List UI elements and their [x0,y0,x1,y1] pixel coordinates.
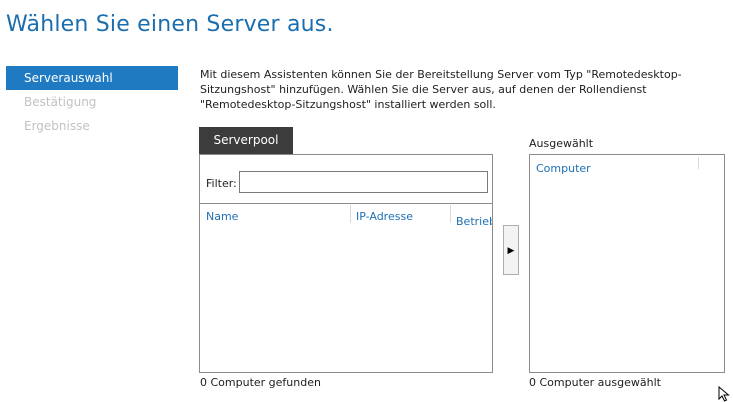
description-text: Mit diesem Assistenten können Sie der Be… [200,68,682,111]
column-header-computer[interactable]: Computer [536,162,591,175]
filter-label: Filter: [206,177,237,190]
column-divider[interactable] [350,205,351,223]
tab-serverpool[interactable]: Serverpool [199,127,293,154]
column-divider[interactable] [698,157,699,169]
add-server-button[interactable]: ▶ [503,225,519,275]
page-title: Wählen Sie einen Server aus. [6,12,334,37]
mouse-cursor-icon [718,386,730,402]
nav-item-ergebnisse: Ergebnisse [24,119,90,133]
selected-panel: Computer [529,154,725,373]
found-count: 0 Computer gefunden [200,376,321,389]
column-clip: Betriebssystem [456,210,492,229]
play-arrow-icon: ▶ [507,245,515,255]
divider [200,203,492,204]
column-divider[interactable] [450,205,451,223]
nav-item-bestaetigung: Bestätigung [24,95,97,109]
selected-count: 0 Computer ausgewählt [529,376,661,389]
filter-input[interactable] [239,171,488,193]
server-pool-panel: Filter: Name IP-Adresse Betriebssystem [199,154,493,373]
selected-label: Ausgewählt [529,137,594,150]
column-header-ip[interactable]: IP-Adresse [356,210,413,223]
column-header-os[interactable]: Betriebssystem [456,215,492,228]
wizard-nav: Serverauswahl Bestätigung Ergebnisse [6,66,178,138]
column-header-name[interactable]: Name [206,210,238,223]
nav-item-serverauswahl[interactable]: Serverauswahl [6,66,178,90]
